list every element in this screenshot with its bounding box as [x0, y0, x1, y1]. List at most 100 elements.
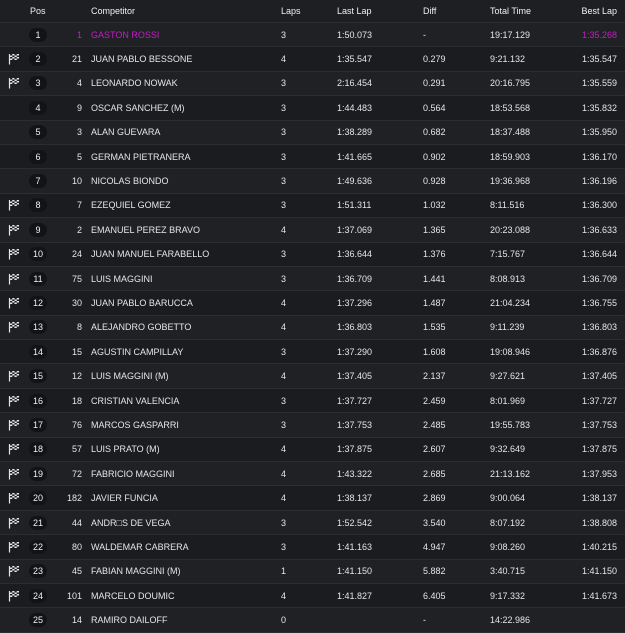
competitor-name[interactable]: FABIAN MAGGINI (M): [91, 566, 281, 576]
table-row[interactable]: 13 8 ALEJANDRO GOBETTO 4 1:36.803 1.535 9:11.2…: [0, 315, 625, 341]
best-lap-value: 1:36.709: [581, 273, 617, 284]
position-badge: 10: [29, 247, 47, 262]
table-row[interactable]: 3 4 LEONARDO NOWAK 3 2:16.454 0.291 20:16.795 1…: [0, 71, 625, 97]
total-time-value: 3:40.715: [490, 566, 526, 577]
last-lap-value: 1:36.709: [337, 273, 373, 284]
best-lap-value: 1:35.950: [581, 127, 617, 138]
table-row[interactable]: 22 80 WALDEMAR CABRERA 3 1:41.163 4.947 9:08.2…: [0, 535, 625, 560]
competitor-name[interactable]: MARCELO DOUMIC: [91, 591, 281, 601]
laps-value: 3: [281, 419, 287, 430]
competitor-name[interactable]: LUIS PRATO (M): [91, 444, 281, 454]
competitor-name[interactable]: EZEQUIEL GOMEZ: [91, 200, 281, 210]
table-row[interactable]: 21 44 ANDR□S DE VEGA 3 1:52.542 3.540 8:07.192…: [0, 510, 625, 536]
table-row[interactable]: 23 45 FABIAN MAGGINI (M) 1 1:41.150 5.882 3:40…: [0, 559, 625, 584]
best-lap-value: 1:37.753: [581, 419, 617, 430]
car-number: 3: [76, 127, 82, 138]
last-lap-value: 1:44.483: [337, 102, 373, 113]
best-lap-value: 1:37.405: [581, 371, 617, 382]
table-row[interactable]: 2 21 JUAN PABLO BESSONE 4 1:35.547 0.279 9:21.…: [0, 47, 625, 72]
car-number: 5: [76, 151, 82, 162]
total-time-value: 9:21.132: [490, 54, 526, 65]
checkered-flag-icon: [0, 517, 24, 529]
total-time-value: 9:17.332: [490, 590, 526, 601]
competitor-name[interactable]: JUAN PABLO BESSONE: [91, 54, 281, 64]
laps-value: 3: [281, 517, 287, 528]
best-lap-value: 1:36.633: [581, 224, 617, 235]
competitor-name[interactable]: EMANUEL PEREZ BRAVO: [91, 225, 281, 235]
total-time-value: 8:01.969: [490, 395, 526, 406]
table-row[interactable]: 6 5 GERMAN PIETRANERA 3 1:41.665 0.902 18:59.9…: [0, 144, 625, 170]
competitor-name[interactable]: CRISTIAN VALENCIA: [91, 396, 281, 406]
position-cell: 8: [24, 198, 52, 213]
last-lap-value: 1:41.150: [337, 566, 373, 577]
position-badge: 12: [29, 295, 47, 310]
table-row[interactable]: 4 9 OSCAR SANCHEZ (M) 3 1:44.483 0.564 18:53.5…: [0, 96, 625, 121]
laps-value: 4: [281, 590, 287, 601]
table-row[interactable]: 16 18 CRISTIAN VALENCIA 3 1:37.727 2.459 8:01.…: [0, 388, 625, 414]
header-laps[interactable]: Laps: [281, 6, 337, 16]
total-time-value: 19:17.129: [490, 29, 531, 40]
laps-value: 1: [281, 566, 287, 577]
last-lap-value: 1:37.753: [337, 419, 373, 430]
header-pos[interactable]: Pos: [24, 6, 52, 16]
table-row[interactable]: 5 3 ALAN GUEVARA 3 1:38.289 0.682 18:37.488 1:3…: [0, 120, 625, 145]
header-diff[interactable]: Diff: [423, 6, 490, 16]
header-total-time[interactable]: Total Time: [490, 6, 570, 16]
car-number: 76: [71, 419, 82, 430]
results-table: Pos Competitor Laps Last Lap Diff Total …: [0, 0, 625, 633]
competitor-name[interactable]: RAMIRO DAILOFF: [91, 615, 281, 625]
competitor-name[interactable]: JUAN MANUEL FARABELLO: [91, 249, 281, 259]
competitor-name[interactable]: GERMAN PIETRANERA: [91, 152, 281, 162]
table-row[interactable]: 7 10 NICOLAS BIONDO 3 1:49.636 0.928 19:36.968…: [0, 169, 625, 194]
competitor-name[interactable]: ALAN GUEVARA: [91, 127, 281, 137]
total-time-value: 20:23.088: [490, 224, 531, 235]
table-row[interactable]: 20 182 JAVIER FUNCIA 4 1:38.137 2.869 9:00.064…: [0, 486, 625, 511]
table-row[interactable]: 15 12 LUIS MAGGINI (M) 4 1:37.405 2.137 9:27.6…: [0, 364, 625, 389]
total-time-value: 18:53.568: [490, 102, 531, 113]
diff-value: 1.376: [423, 249, 446, 260]
diff-value: 1.441: [423, 273, 446, 284]
position-cell: 7: [24, 174, 52, 189]
competitor-name[interactable]: ALEJANDRO GOBETTO: [91, 322, 281, 332]
car-number: 101: [66, 590, 82, 601]
competitor-name[interactable]: AGUSTIN CAMPILLAY: [91, 347, 281, 357]
diff-value: 0.902: [423, 151, 446, 162]
table-row[interactable]: 14 15 AGUSTIN CAMPILLAY 3 1:37.290 1.608 19:08…: [0, 340, 625, 365]
header-competitor[interactable]: Competitor: [91, 6, 281, 16]
competitor-name[interactable]: LUIS MAGGINI: [91, 274, 281, 284]
competitor-name[interactable]: JUAN PABLO BARUCCA: [91, 298, 281, 308]
competitor-name[interactable]: JAVIER FUNCIA: [91, 493, 281, 503]
diff-value: -: [423, 29, 426, 40]
checkered-flag-icon: [0, 419, 24, 431]
table-row[interactable]: 9 2 EMANUEL PEREZ BRAVO 4 1:37.069 1.365 20:23…: [0, 218, 625, 243]
diff-value: 1.608: [423, 346, 446, 357]
table-row[interactable]: 8 7 EZEQUIEL GOMEZ 3 1:51.311 1.032 8:11.516 1:…: [0, 193, 625, 219]
header-last-lap[interactable]: Last Lap: [337, 6, 423, 16]
header-best-lap[interactable]: Best Lap: [570, 6, 625, 16]
table-row[interactable]: 17 76 MARCOS GASPARRI 3 1:37.753 2.485 19:55.7…: [0, 413, 625, 438]
table-row[interactable]: 11 75 LUIS MAGGINI 3 1:36.709 1.441 8:08.913 1:…: [0, 266, 625, 292]
position-badge: 21: [29, 515, 47, 530]
competitor-name[interactable]: ANDR□S DE VEGA: [91, 518, 281, 528]
total-time-value: 19:08.946: [490, 346, 531, 357]
competitor-name[interactable]: FABRICIO MAGGINI: [91, 469, 281, 479]
table-row[interactable]: 12 30 JUAN PABLO BARUCCA 4 1:37.296 1.487 21:0…: [0, 291, 625, 316]
table-row[interactable]: 24 101 MARCELO DOUMIC 4 1:41.827 6.405 9:17.33…: [0, 583, 625, 609]
competitor-name[interactable]: WALDEMAR CABRERA: [91, 542, 281, 552]
table-row[interactable]: 1 1 GASTON ROSSI 3 1:50.073 - 19:17.129 1:35.26…: [0, 23, 625, 48]
competitor-name[interactable]: LUIS MAGGINI (M): [91, 371, 281, 381]
laps-value: 3: [281, 273, 287, 284]
competitor-name[interactable]: OSCAR SANCHEZ (M): [91, 103, 281, 113]
competitor-name[interactable]: NICOLAS BIONDO: [91, 176, 281, 186]
total-time-value: 9:27.621: [490, 371, 526, 382]
table-row[interactable]: 18 57 LUIS PRATO (M) 4 1:37.875 2.607 9:32.649…: [0, 437, 625, 463]
total-time-value: 19:36.968: [490, 176, 531, 187]
competitor-name[interactable]: MARCOS GASPARRI: [91, 420, 281, 430]
table-row[interactable]: 25 14 RAMIRO DAILOFF 0 - 14:22.986: [0, 608, 625, 633]
competitor-name[interactable]: LEONARDO NOWAK: [91, 78, 281, 88]
table-row[interactable]: 10 24 JUAN MANUEL FARABELLO 3 1:36.644 1.376 7…: [0, 242, 625, 267]
last-lap-value: 1:38.289: [337, 127, 373, 138]
table-row[interactable]: 19 72 FABRICIO MAGGINI 4 1:43.322 2.685 21:13.…: [0, 462, 625, 487]
competitor-name[interactable]: GASTON ROSSI: [91, 30, 281, 40]
diff-value: 0.291: [423, 78, 446, 89]
